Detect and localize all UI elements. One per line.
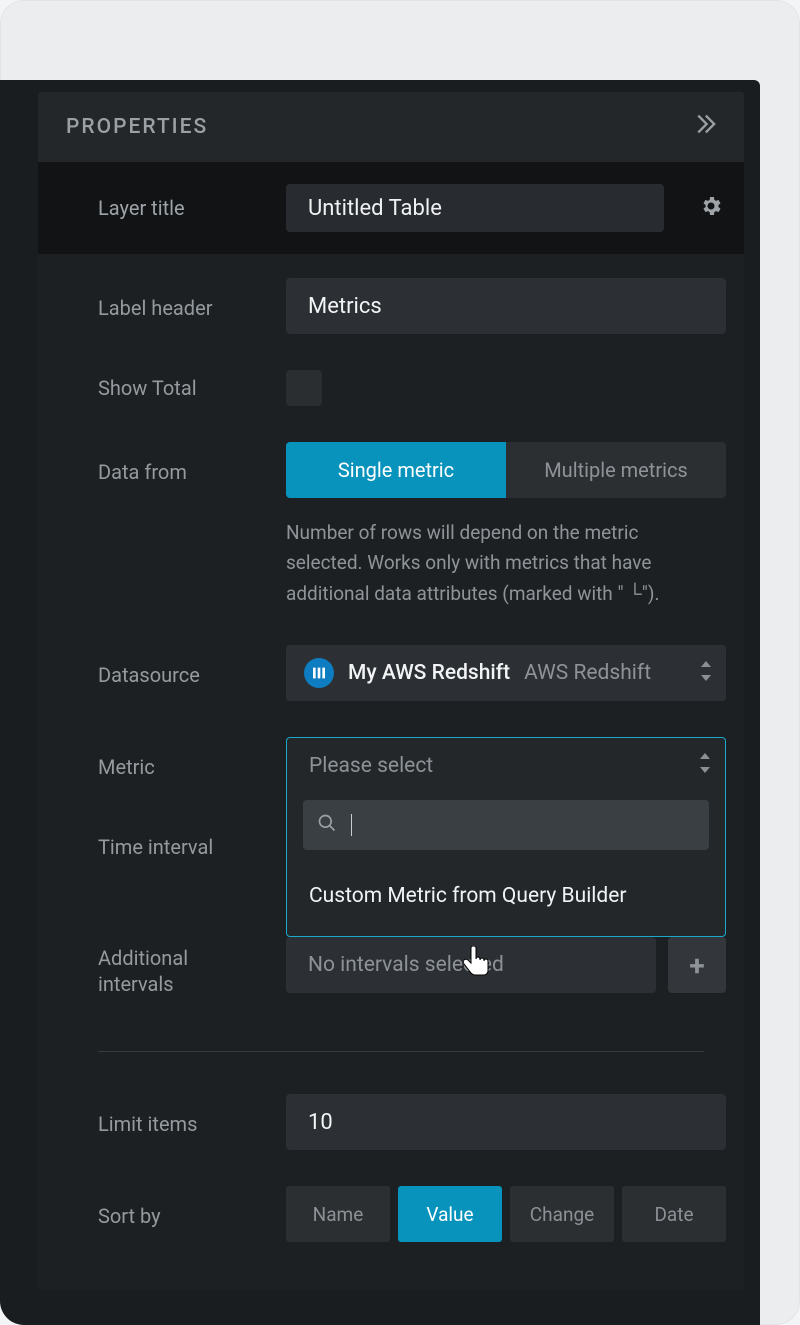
- datasource-type: AWS Redshift: [524, 661, 651, 685]
- limit-items-row: Limit items 10: [38, 1076, 744, 1168]
- sort-by-value[interactable]: Value: [398, 1186, 502, 1242]
- chevron-double-right-icon: [692, 111, 718, 144]
- text-caret: [351, 814, 352, 836]
- datasource-name: My AWS Redshift: [348, 661, 510, 685]
- limit-items-value: 10: [308, 1110, 333, 1135]
- panel-title: PROPERTIES: [66, 115, 208, 139]
- sort-arrows-icon: [700, 661, 712, 685]
- datasource-icon: [304, 658, 334, 688]
- sort-by-row: Sort by Name Value Change Date: [38, 1168, 744, 1260]
- section-divider: [98, 1051, 704, 1052]
- metric-search-input[interactable]: [349, 814, 695, 836]
- collapse-button[interactable]: [692, 111, 718, 144]
- add-interval-button[interactable]: +: [668, 937, 726, 993]
- layer-title-label: Layer title: [98, 196, 268, 220]
- sort-by-change[interactable]: Change: [510, 1186, 614, 1242]
- metric-placeholder: Please select: [309, 754, 433, 778]
- label-header-row: Label header Metrics: [38, 260, 744, 352]
- sort-arrows-icon: [699, 753, 711, 779]
- data-from-label: Data from: [98, 442, 268, 484]
- layer-title-settings-button[interactable]: [696, 193, 726, 223]
- data-from-single-metric[interactable]: Single metric: [286, 442, 506, 498]
- metric-search[interactable]: [303, 800, 709, 850]
- sort-by-segmented: Name Value Change Date: [286, 1186, 726, 1242]
- sort-label: Date: [654, 1203, 693, 1226]
- metric-option-label: Custom Metric from Query Builder: [309, 884, 627, 908]
- additional-intervals-label: Additional intervals: [98, 937, 268, 997]
- metric-label: Metric: [98, 737, 268, 779]
- sort-label: Name: [313, 1203, 364, 1226]
- sort-label: Change: [530, 1203, 594, 1226]
- layer-title-value: Untitled Table: [308, 196, 442, 221]
- data-from-multiple-metrics[interactable]: Multiple metrics: [506, 442, 726, 498]
- gear-icon: [699, 194, 723, 222]
- additional-intervals-placeholder: No intervals selected: [308, 953, 504, 977]
- metric-select-display[interactable]: Please select: [287, 738, 725, 794]
- layer-title-input[interactable]: Untitled Table: [286, 184, 664, 232]
- sort-by-label: Sort by: [98, 1186, 268, 1228]
- show-total-row: Show Total: [38, 352, 744, 424]
- label-header-value: Metrics: [308, 294, 382, 319]
- sort-label: Value: [426, 1203, 473, 1226]
- layer-title-row: Layer title Untitled Table: [38, 162, 744, 254]
- metric-option-custom-query-builder[interactable]: Custom Metric from Query Builder: [287, 862, 725, 936]
- additional-intervals-display[interactable]: No intervals selected: [286, 937, 656, 993]
- properties-header: PROPERTIES: [38, 92, 744, 162]
- seg-label: Multiple metrics: [544, 458, 688, 482]
- datasource-label: Datasource: [98, 645, 268, 687]
- datasource-select[interactable]: My AWS Redshift AWS Redshift: [286, 645, 726, 701]
- time-interval-label: Time interval: [98, 827, 268, 859]
- sort-by-date[interactable]: Date: [622, 1186, 726, 1242]
- seg-label: Single metric: [338, 458, 454, 482]
- data-from-segmented: Single metric Multiple metrics: [286, 442, 726, 498]
- label-header-input[interactable]: Metrics: [286, 278, 726, 334]
- label-header-label: Label header: [98, 278, 268, 320]
- limit-items-input[interactable]: 10: [286, 1094, 726, 1150]
- sort-by-name[interactable]: Name: [286, 1186, 390, 1242]
- show-total-checkbox[interactable]: [286, 370, 322, 406]
- limit-items-label: Limit items: [98, 1094, 268, 1136]
- plus-icon: +: [689, 949, 704, 982]
- search-icon: [317, 813, 337, 837]
- datasource-row: Datasource My AWS Redshift AWS Redshift: [38, 627, 744, 719]
- metric-dropdown[interactable]: Please select: [286, 737, 726, 937]
- data-from-row: Data from Single metric Multiple metrics…: [38, 424, 744, 627]
- show-total-label: Show Total: [98, 376, 268, 400]
- data-from-help-text: Number of rows will depend on the metric…: [286, 518, 726, 609]
